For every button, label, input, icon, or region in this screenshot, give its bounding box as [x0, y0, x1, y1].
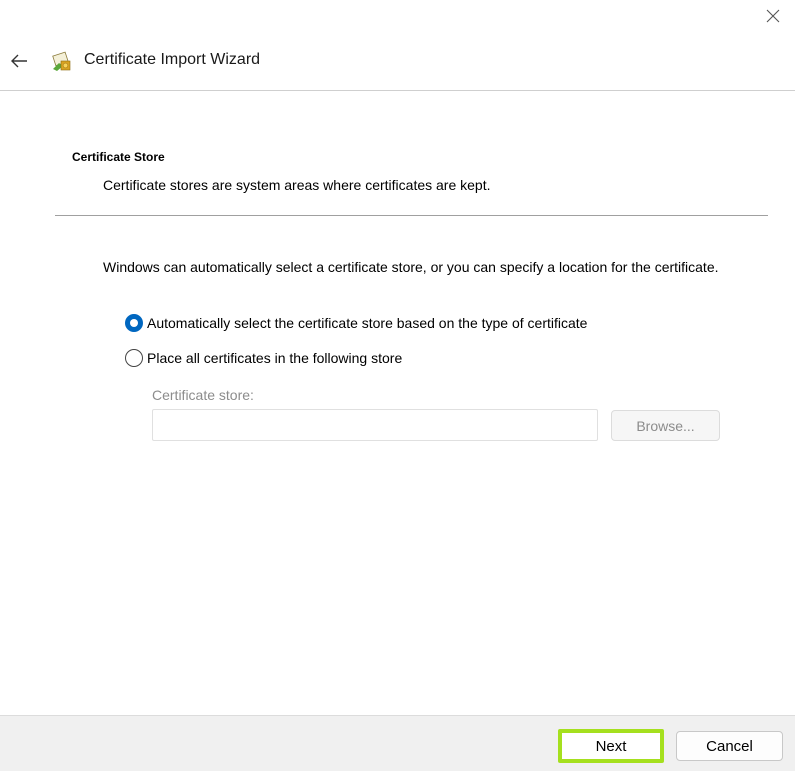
back-button[interactable]: [6, 50, 32, 72]
radio-auto-select-store[interactable]: Automatically select the certificate sto…: [125, 314, 587, 332]
radio-place-in-store-label: Place all certificates in the following …: [147, 350, 403, 366]
next-button[interactable]: Next: [558, 729, 664, 763]
radio-unselected-icon[interactable]: [125, 349, 143, 367]
wizard-header: Certificate Import Wizard: [0, 40, 795, 91]
radio-selected-icon[interactable]: [125, 314, 143, 332]
cancel-button[interactable]: Cancel: [676, 731, 783, 761]
section-description: Certificate stores are system areas wher…: [103, 177, 491, 193]
radio-place-in-store[interactable]: Place all certificates in the following …: [125, 349, 402, 367]
wizard-title: Certificate Import Wizard: [84, 51, 261, 68]
certificate-icon: [52, 51, 71, 71]
close-icon: [766, 9, 780, 23]
certificate-store-input[interactable]: [152, 409, 598, 441]
section-title: Certificate Store: [72, 150, 165, 164]
close-button[interactable]: [758, 2, 788, 30]
wizard-footer: Next Cancel: [0, 715, 795, 771]
browse-button[interactable]: Browse...: [611, 410, 720, 441]
back-arrow-icon: [11, 54, 27, 68]
intro-text: Windows can automatically select a certi…: [103, 259, 719, 275]
section-divider: [55, 215, 768, 216]
radio-auto-select-label: Automatically select the certificate sto…: [147, 315, 588, 331]
certificate-import-wizard-window: Certificate Import Wizard Certificate St…: [0, 0, 795, 771]
certificate-store-label: Certificate store:: [152, 387, 254, 403]
